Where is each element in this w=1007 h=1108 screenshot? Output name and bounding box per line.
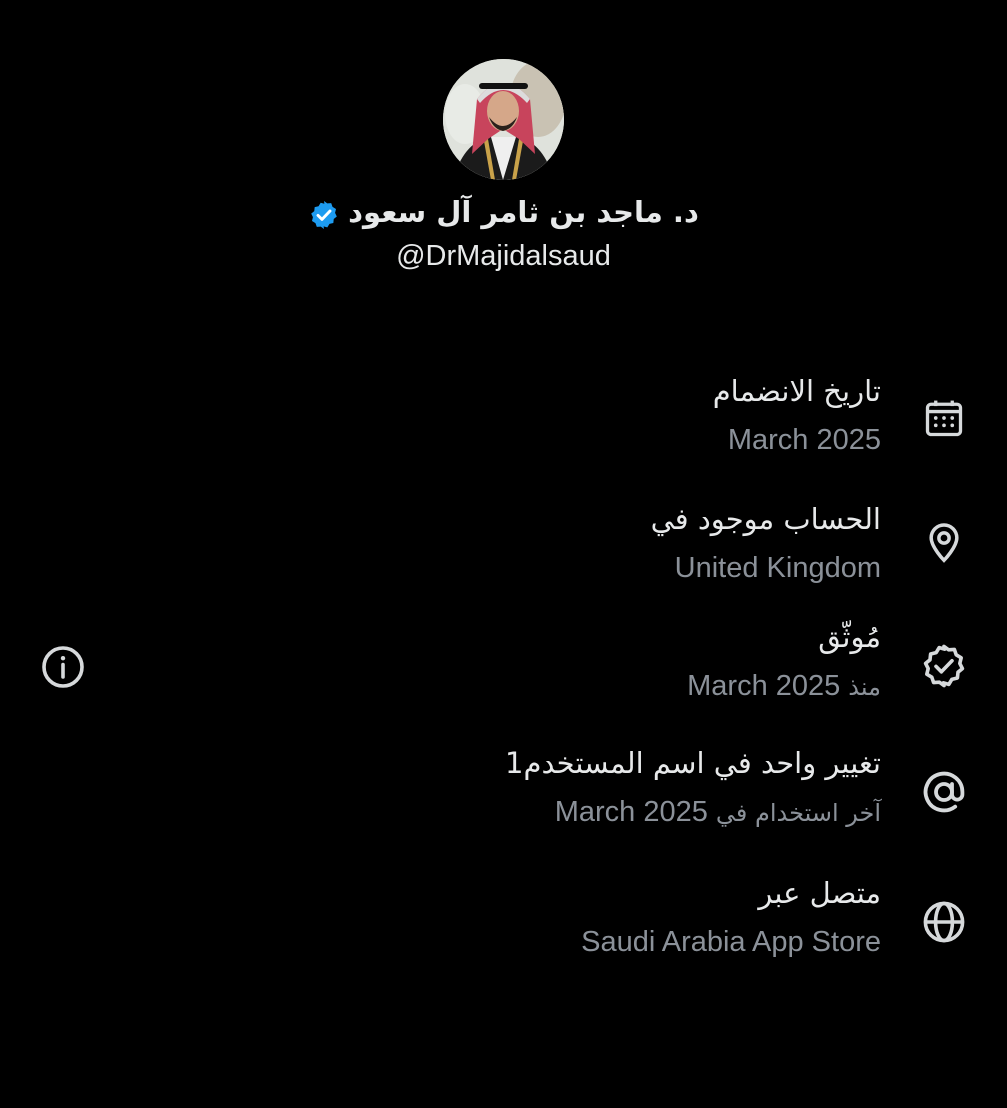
display-name: د. ماجد بن ثامر آل سعود [348,195,699,229]
info-value-text: United Kingdom [674,552,881,584]
verified-badge-icon [918,640,970,692]
info-item-account-location: الحساب موجود في United Kingdom [0,502,1007,612]
info-value-text: March 2025 [727,424,881,456]
user-handle: @DrMajidalsaud [396,240,611,272]
info-item-connected-via: متصل عبر Saudi Arabia App Store [0,876,1007,986]
at-sign-icon [918,766,970,818]
info-value-prefix: آخر استخدام في [715,799,881,827]
info-value-text: March 2025 [554,796,708,828]
info-title: تغيير واحد في اسم المستخدم1 [505,746,881,780]
info-item-username-changes: تغيير واحد في اسم المستخدم1 March 2025 آ… [0,746,1007,856]
info-title: الحساب موجود في [650,502,881,536]
info-value: March 2025 منذ [687,670,881,703]
location-pin-icon [918,516,970,568]
info-value: March 2025 [728,424,881,457]
info-title: متصل عبر [758,876,881,910]
info-title: مُوثّق [818,620,881,654]
about-account-page: د. ماجد بن ثامر آل سعود @DrMajidalsaud ت… [0,0,1007,1108]
verified-badge-icon[interactable] [308,199,340,231]
globe-icon [918,896,970,948]
info-value: March 2025 آخر استخدام في [555,796,881,829]
info-value-text: March 2025 [687,670,841,702]
info-item-join-date: تاريخ الانضمام March 2025 [0,374,1007,484]
info-value-prefix: منذ [848,673,881,701]
calendar-icon [918,392,970,444]
info-icon[interactable] [38,642,88,692]
info-value: United Kingdom [675,552,881,585]
profile-name-row: د. ماجد بن ثامر آل سعود [0,190,1007,234]
info-value: Saudi Arabia App Store [581,926,881,959]
avatar[interactable] [443,59,564,180]
info-value-text: Saudi Arabia App Store [581,926,881,958]
info-title: تاريخ الانضمام [712,374,881,408]
info-item-verified: مُوثّق March 2025 منذ [0,620,1007,730]
